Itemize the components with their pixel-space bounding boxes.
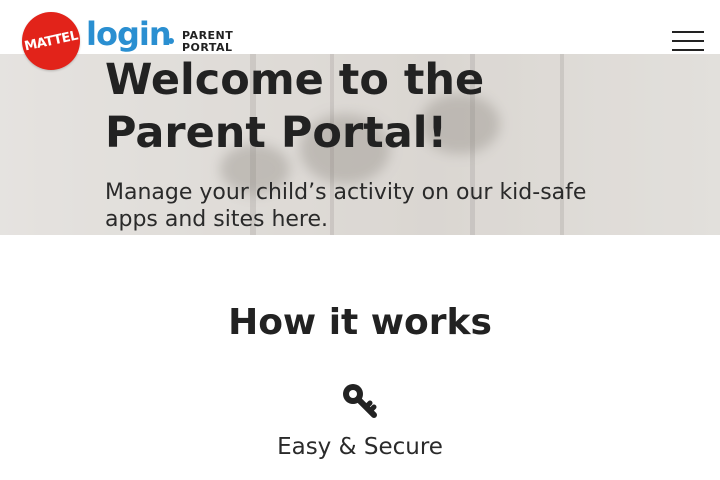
login-logo-text: login	[86, 15, 172, 53]
hamburger-menu-icon[interactable]	[672, 31, 704, 51]
key-icon	[343, 384, 377, 418]
logo-separator-dot	[168, 38, 174, 44]
menu-bar-top	[672, 31, 704, 33]
how-it-works-title: How it works	[228, 302, 492, 343]
mattel-logo-text: MATTEL	[22, 28, 80, 54]
site-header: MATTEL login PARENT PORTAL	[0, 0, 720, 70]
mattel-logo-badge: MATTEL	[22, 12, 80, 70]
mattel-login-logo[interactable]: MATTEL login PARENT PORTAL	[22, 12, 262, 72]
menu-bar-bottom	[672, 49, 704, 51]
feature-label-easy-secure: Easy & Secure	[277, 434, 443, 460]
menu-bar-middle	[672, 40, 704, 42]
hero-subtitle: Manage your child’s activity on our kid-…	[105, 180, 587, 232]
parent-portal-label: PARENT PORTAL	[182, 30, 233, 54]
portal-label-line2: PORTAL	[182, 41, 233, 54]
